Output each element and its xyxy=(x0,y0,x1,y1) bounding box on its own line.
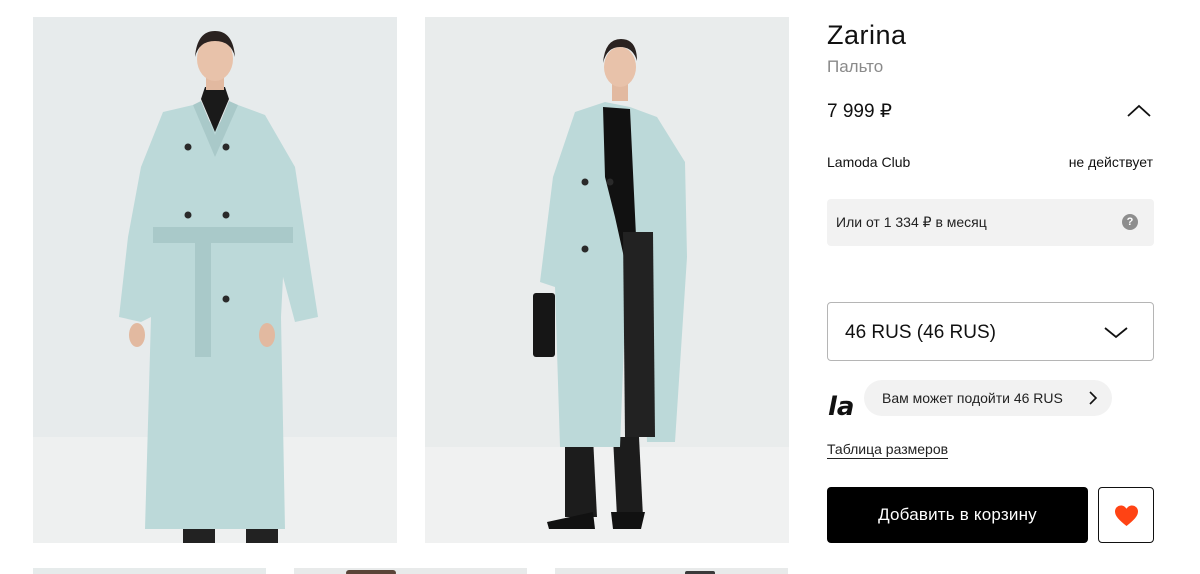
price-collapse-button[interactable] xyxy=(1124,98,1154,124)
help-icon[interactable]: ? xyxy=(1122,214,1138,230)
size-recommendation-text: Вам может подойти 46 RUS xyxy=(882,390,1063,406)
size-table-link[interactable]: Таблица размеров xyxy=(827,441,949,459)
chevron-up-icon xyxy=(1127,104,1151,117)
club-label: Lamoda Club xyxy=(827,154,911,170)
svg-text:la: la xyxy=(828,392,854,420)
coat-front-view-photo[interactable] xyxy=(33,17,397,543)
thumbnail-3[interactable] xyxy=(555,568,788,574)
lamoda-la-logo-icon: la xyxy=(827,390,857,422)
size-selected-value: 46 RUS (46 RUS) xyxy=(845,322,996,343)
product-price: 7 999 ₽ xyxy=(827,101,892,122)
coat-side-view-photo[interactable] xyxy=(425,17,789,543)
heart-icon xyxy=(1115,505,1138,526)
club-status: не действует xyxy=(1068,154,1153,170)
size-select[interactable]: 46 RUS (46 RUS) xyxy=(827,302,1154,361)
add-to-cart-button[interactable]: Добавить в корзину xyxy=(827,487,1088,543)
product-category: Пальто xyxy=(827,57,884,76)
thumbnail-1[interactable] xyxy=(33,568,266,574)
chevron-down-icon xyxy=(1103,322,1129,342)
product-brand[interactable]: Zarina xyxy=(827,20,907,51)
favorite-button[interactable] xyxy=(1098,487,1154,543)
thumbnail-2[interactable] xyxy=(294,568,527,574)
installment-offer[interactable]: Или от 1 334 ₽ в месяц ? xyxy=(827,199,1154,246)
installment-text: Или от 1 334 ₽ в месяц xyxy=(836,214,987,230)
chevron-right-icon xyxy=(1088,391,1098,405)
size-recommendation[interactable]: Вам может подойти 46 RUS xyxy=(864,380,1112,416)
